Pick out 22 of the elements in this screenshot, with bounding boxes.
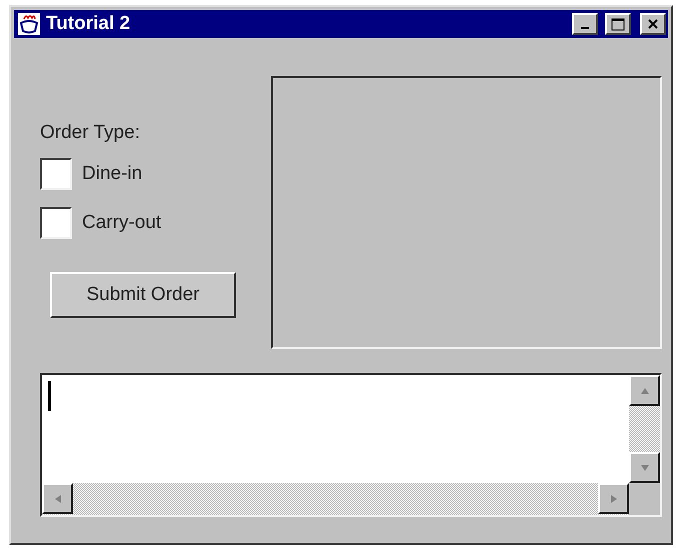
maximize-icon: [611, 18, 625, 30]
window-title: Tutorial 2: [46, 13, 132, 35]
scroll-right-button[interactable]: [598, 483, 629, 514]
checkbox[interactable]: [40, 207, 72, 239]
close-button[interactable]: [640, 13, 666, 35]
checkbox-label: Dine-in: [82, 163, 142, 185]
text-area[interactable]: [40, 373, 662, 517]
scroll-left-button[interactable]: [42, 483, 73, 514]
checkbox-label: Carry-out: [82, 212, 162, 234]
order-type-label: Order Type:: [40, 122, 141, 144]
horizontal-scrollbar[interactable]: [42, 483, 629, 515]
app-icon: [18, 13, 40, 35]
submit-order-button[interactable]: Submit Order: [50, 272, 236, 318]
scroll-down-button[interactable]: [629, 452, 660, 483]
checkbox[interactable]: [40, 158, 72, 190]
scroll-up-button[interactable]: [629, 375, 660, 406]
minimize-icon: [581, 27, 589, 29]
maximize-button[interactable]: [605, 13, 631, 35]
scrollbar-corner: [629, 483, 660, 515]
vertical-scrollbar[interactable]: [629, 375, 660, 483]
minimize-button[interactable]: [572, 13, 598, 35]
close-icon: [647, 18, 659, 30]
